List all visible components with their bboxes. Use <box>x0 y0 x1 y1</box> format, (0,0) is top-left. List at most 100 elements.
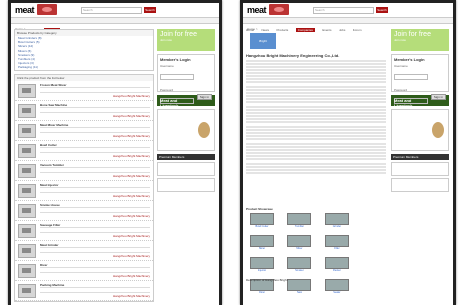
showcase-item[interactable]: Slicer <box>246 235 278 251</box>
product-list-panel: Click the product from the list below Fr… <box>14 73 154 302</box>
product-thumbnail[interactable] <box>18 203 36 218</box>
advertisement[interactable] <box>391 109 449 151</box>
potato-image <box>198 122 210 138</box>
meat-logo-icon <box>269 4 289 15</box>
product-description <box>40 206 150 213</box>
password-label: Password <box>160 88 174 92</box>
header: meatindustry Search Search <box>11 3 219 24</box>
login-title: Member's Login <box>160 57 191 62</box>
product-thumbnail[interactable] <box>18 163 36 178</box>
company-name: Hangzhou Bright Machinery Engineering Co… <box>246 53 340 58</box>
supplier-link[interactable]: Hangzhou Bright Machinery <box>113 94 150 98</box>
company-banner: Bright <box>250 31 389 53</box>
username-field[interactable] <box>394 73 428 80</box>
premium-members-header: Premium Members <box>391 154 449 160</box>
showcase-item[interactable]: Mixer <box>283 235 315 251</box>
login-box: Member's Login Username Password Sign in <box>157 54 215 104</box>
product-description <box>40 126 150 133</box>
premium-members-header: Premium Members <box>157 154 215 160</box>
showcase-item[interactable]: Packer <box>321 257 353 273</box>
main-nav: Home News Products Companies Events Jobs… <box>243 17 453 32</box>
username-label: Username <box>160 64 174 68</box>
showcase-item[interactable]: Bowl Cutter <box>246 213 278 229</box>
premium-member-logo[interactable] <box>157 162 215 176</box>
product-description <box>40 226 150 233</box>
main-nav: Home News Products Companies Events Jobs… <box>11 17 219 32</box>
sidebar: Join for free Join now Member's Login Use… <box>157 29 215 192</box>
product-row[interactable]: Packing Machine Hangzhou Bright Machinery <box>15 281 153 301</box>
product-thumbnail[interactable] <box>18 223 36 238</box>
login-title: Member's Login <box>394 57 425 62</box>
product-description <box>40 186 150 193</box>
product-row[interactable]: Bowl Cutter Hangzhou Bright Machinery <box>15 141 153 161</box>
supplier-link[interactable]: Hangzhou Bright Machinery <box>113 194 150 198</box>
showcase-item[interactable]: Smoker <box>283 257 315 273</box>
company-logo: Bright <box>250 33 276 49</box>
showcase-item[interactable]: Tumbler <box>283 213 315 229</box>
right-page-screenshot: meatindustry Search Search Home News Pro… <box>240 0 456 305</box>
category-link[interactable]: Packaging (11) <box>15 65 153 69</box>
product-description <box>40 106 150 113</box>
company-description <box>246 60 386 175</box>
product-description <box>40 266 150 273</box>
supplier-link[interactable]: Hangzhou Bright Machinery <box>113 214 150 218</box>
premium-member-logo[interactable] <box>391 162 449 176</box>
showcase-item[interactable]: Grinder <box>321 213 353 229</box>
product-row[interactable]: Meat Mixer Machine Hangzhou Bright Machin… <box>15 121 153 141</box>
search-button[interactable]: Search <box>144 7 156 13</box>
supplier-link[interactable]: Hangzhou Bright Machinery <box>113 274 150 278</box>
username-label: Username <box>394 64 408 68</box>
left-page-screenshot: meatindustry Search Search Home News Pro… <box>8 0 222 305</box>
product-description <box>40 86 150 93</box>
product-thumbnail[interactable] <box>18 283 36 298</box>
premium-member-logo[interactable] <box>391 178 449 192</box>
product-thumbnail[interactable] <box>18 243 36 258</box>
product-thumbnail[interactable] <box>18 103 36 118</box>
product-thumbnail[interactable] <box>18 263 36 278</box>
product-row[interactable]: Dicer Hangzhou Bright Machinery <box>15 261 153 281</box>
supplier-link[interactable]: Hangzhou Bright Machinery <box>113 134 150 138</box>
product-row[interactable]: Meat Grinder Hangzhou Bright Machinery <box>15 241 153 261</box>
product-row[interactable]: Frozen Meat Slicer Hangzhou Bright Machin… <box>15 81 153 101</box>
product-thumbnail[interactable] <box>18 83 36 98</box>
username-field[interactable] <box>160 73 194 80</box>
showcase-item[interactable]: Injector <box>246 257 278 273</box>
supplier-link[interactable]: Hangzhou Bright Machinery <box>113 254 150 258</box>
product-thumbnail[interactable] <box>18 123 36 138</box>
potato-image <box>432 122 444 138</box>
product-description <box>40 246 150 253</box>
product-thumbnail[interactable] <box>18 143 36 158</box>
description-heading: Description of Hangzhou Bright <box>246 278 288 282</box>
supplier-link[interactable]: Hangzhou Bright Machinery <box>113 114 150 118</box>
product-description <box>40 146 150 153</box>
join-free-banner[interactable]: Join for free Join now <box>157 29 215 51</box>
sign-in-button[interactable]: Sign in <box>430 94 446 100</box>
search-input[interactable]: Search <box>313 7 374 14</box>
supplier-link[interactable]: Hangzhou Bright Machinery <box>113 154 150 158</box>
meat-logo-icon <box>37 4 57 15</box>
product-description <box>40 286 150 293</box>
product-row[interactable]: Meat Injector Hangzhou Bright Machinery <box>15 181 153 201</box>
showcase-item[interactable]: Filler <box>321 235 353 251</box>
login-box: Member's Login Username Password Sign in <box>391 54 449 104</box>
supplier-link[interactable]: Hangzhou Bright Machinery <box>113 294 150 298</box>
advertisement[interactable] <box>157 109 215 151</box>
showcase-heading: Product Showcase <box>246 207 273 211</box>
search-input[interactable]: Search <box>81 7 142 14</box>
join-free-banner[interactable]: Join for free Join now <box>391 29 449 51</box>
product-showcase: Product Showcase Bowl Cutter Tumbler Gri… <box>246 207 386 301</box>
product-row[interactable]: Vacuum Tumbler Hangzhou Bright Machinery <box>15 161 153 181</box>
product-row[interactable]: Smoke House Hangzhou Bright Machinery <box>15 201 153 221</box>
search-button[interactable]: Search <box>376 7 388 13</box>
product-row[interactable]: Sausage Filler Hangzhou Bright Machinery <box>15 221 153 241</box>
company-profile: Bright Hangzhou Bright Machinery Enginee… <box>246 29 389 294</box>
category-panel: Browse Products by Category Meat Grinder… <box>14 29 154 71</box>
sign-in-button[interactable]: Sign in <box>196 94 212 100</box>
supplier-link[interactable]: Hangzhou Bright Machinery <box>113 174 150 178</box>
product-row[interactable]: Bone Saw Machine Hangzhou Bright Machiner… <box>15 101 153 121</box>
product-thumbnail[interactable] <box>18 183 36 198</box>
supplier-link[interactable]: Hangzhou Bright Machinery <box>113 234 150 238</box>
premium-member-logo[interactable] <box>157 178 215 192</box>
product-description <box>40 166 150 173</box>
main-column: Browse Products by Category Meat Grinder… <box>14 29 154 305</box>
